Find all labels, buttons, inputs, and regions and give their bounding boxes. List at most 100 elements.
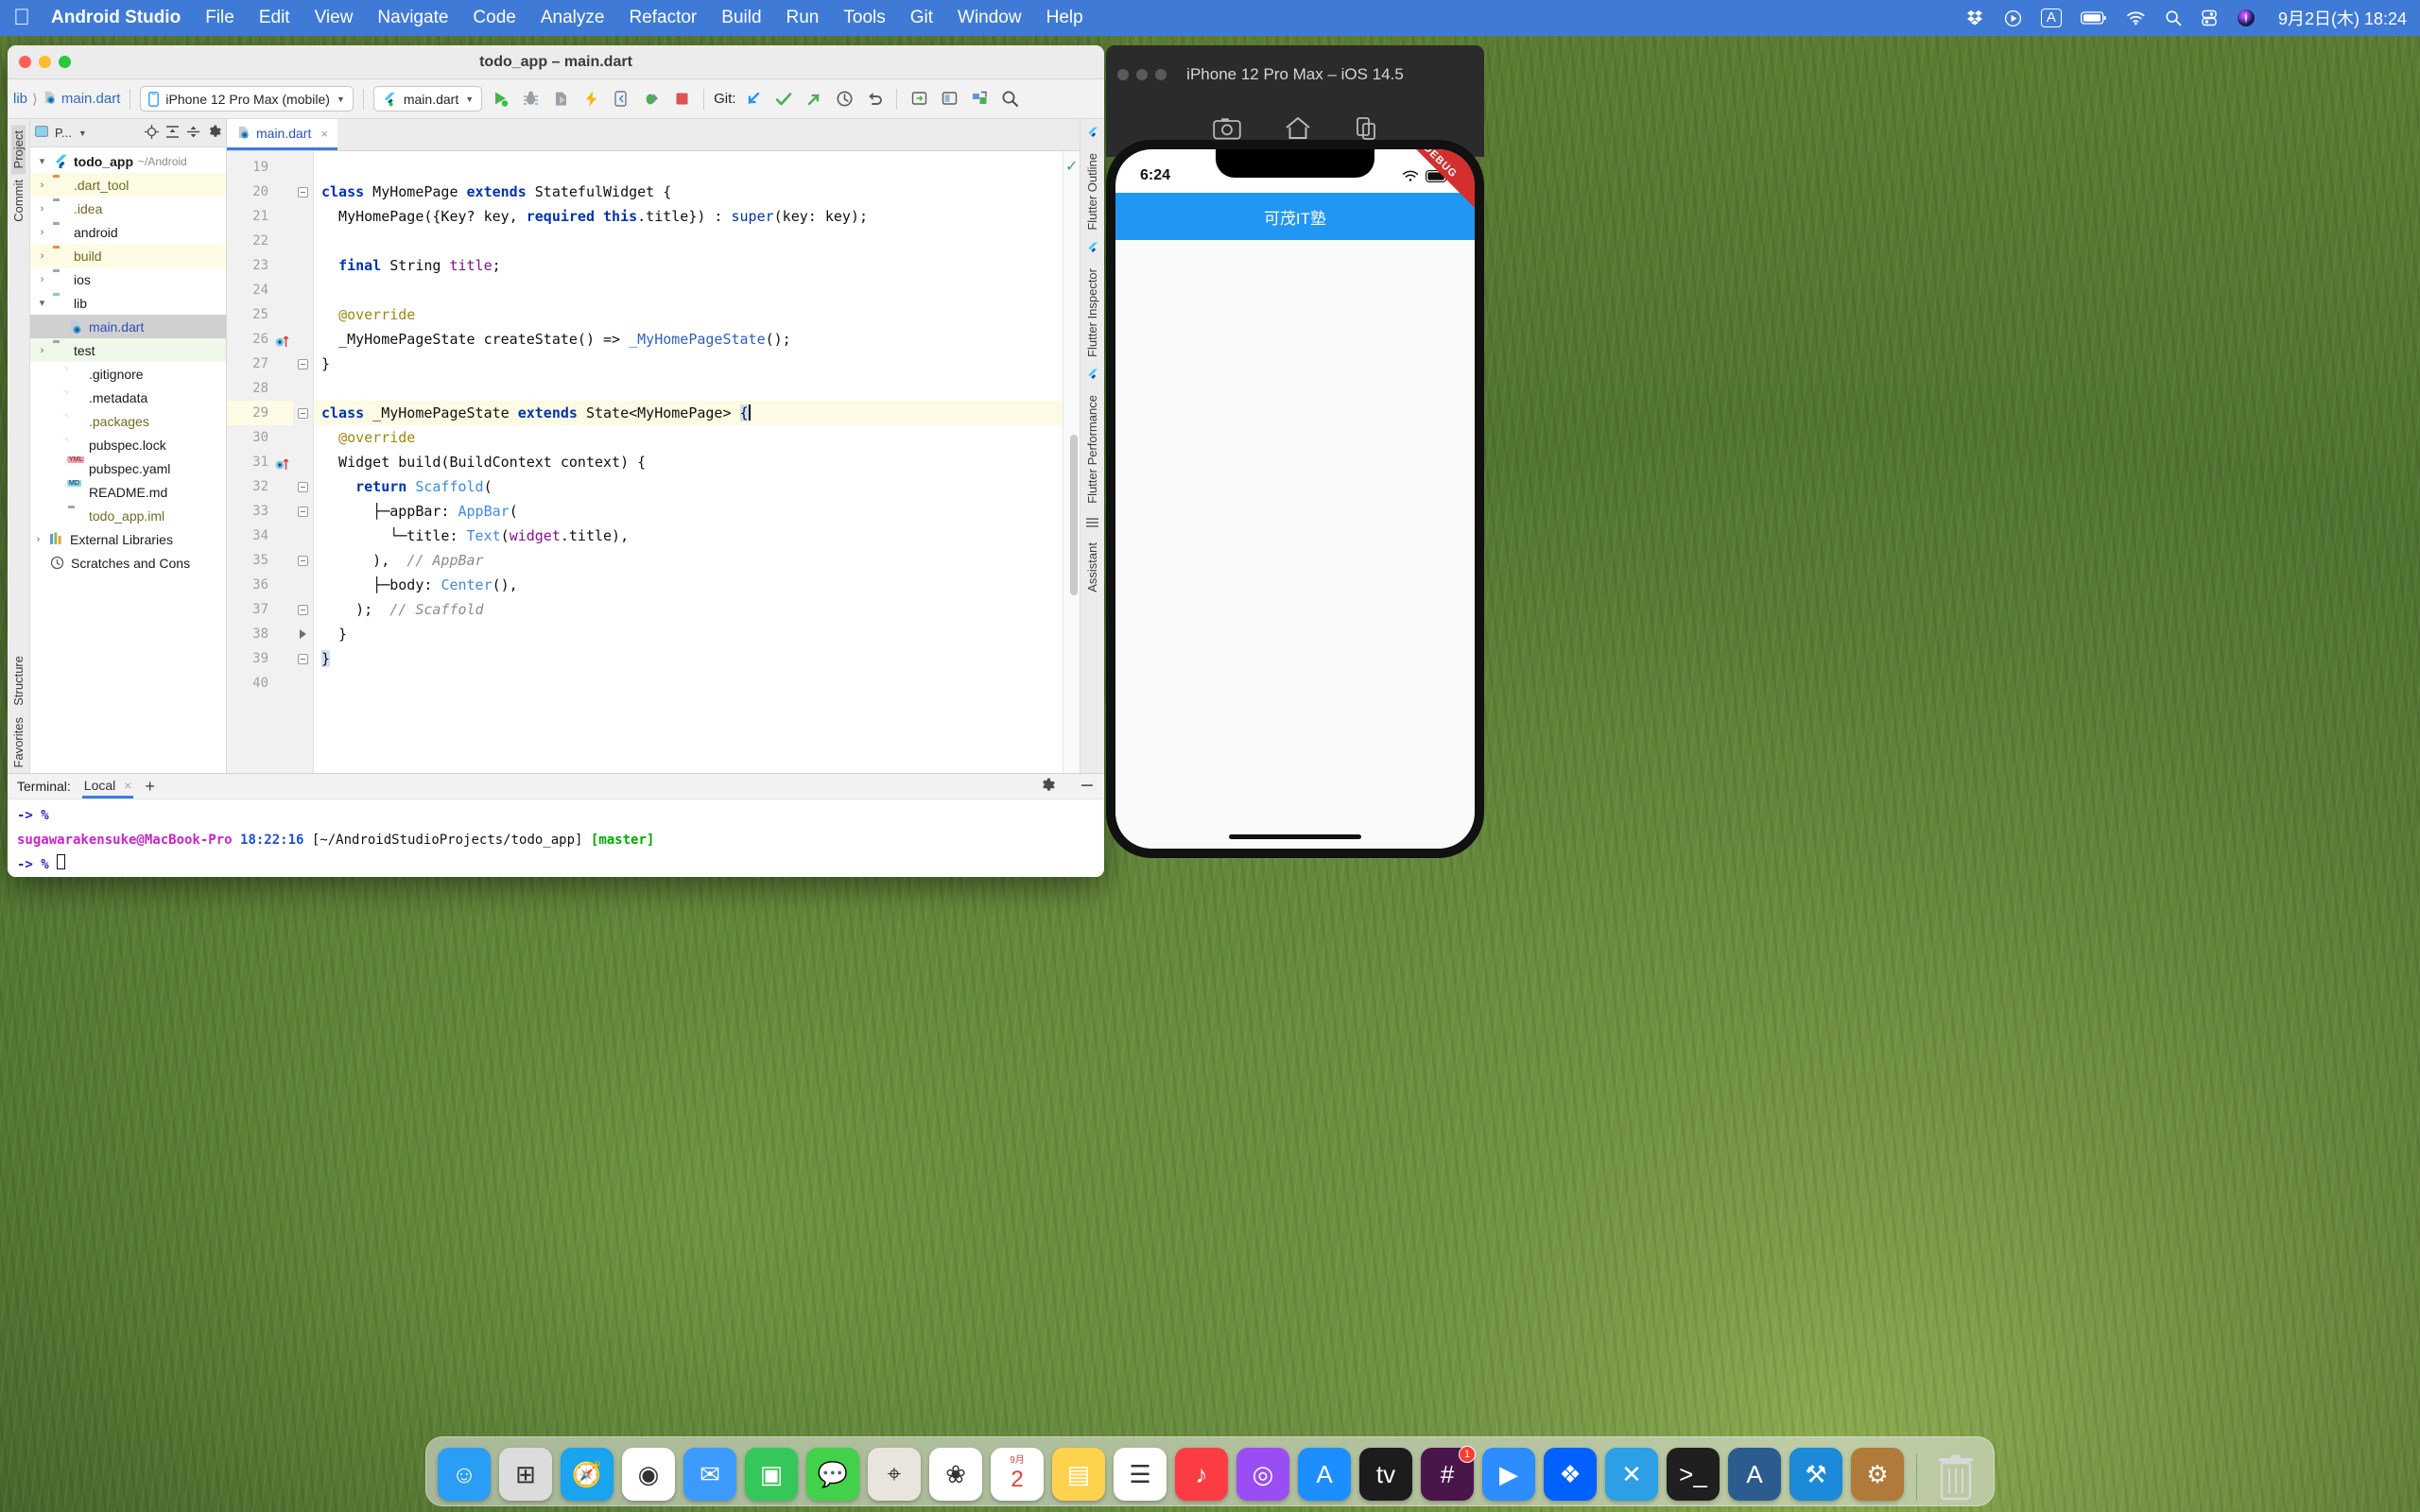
chevron-collapsed-icon-3[interactable]: › — [36, 227, 48, 238]
mail-icon[interactable]: ✉ — [683, 1448, 736, 1501]
code-line[interactable]: @override — [314, 425, 1063, 450]
gear-icon-terminal[interactable] — [1040, 778, 1055, 796]
menu-item-edit[interactable]: Edit — [259, 8, 290, 28]
chevron-down-icon-project[interactable]: ▼ — [78, 129, 87, 138]
code-line[interactable]: ), // AppBar — [314, 548, 1063, 573]
commit-icon[interactable] — [771, 87, 796, 112]
tree-row-readme[interactable]: MD README.md — [30, 480, 226, 504]
close-window-button[interactable] — [19, 56, 31, 68]
trash-icon[interactable] — [1929, 1448, 1982, 1501]
tree-row-test[interactable]: › test — [30, 338, 226, 362]
terminal-tab-local[interactable]: Local × — [81, 774, 134, 799]
project-tree[interactable]: ▾ todo_app ~/Android › .dart_tool › .ide… — [30, 147, 226, 773]
tree-row-metadata[interactable]: .metadata — [30, 386, 226, 409]
minimize-icon-terminal[interactable] — [1080, 778, 1095, 796]
code-line[interactable]: } — [314, 622, 1063, 646]
code-line[interactable]: final String title; — [314, 253, 1063, 278]
maps-icon[interactable]: ⌖ — [868, 1448, 921, 1501]
sidebar-item-project[interactable]: Project — [11, 125, 26, 175]
fold-end-icon[interactable] — [298, 653, 308, 664]
sidebar-item-flutter-outline[interactable]: Flutter Outline — [1085, 147, 1099, 236]
project-panel-title[interactable]: P... — [55, 126, 72, 140]
profile-icon[interactable] — [639, 87, 664, 112]
menu-item-git[interactable]: Git — [910, 8, 933, 28]
tree-row-dart-tool[interactable]: › .dart_tool — [30, 173, 226, 197]
code-content[interactable]: class MyHomePage extends StatefulWidget … — [314, 151, 1063, 773]
expand-all-icon[interactable] — [165, 125, 180, 142]
flutter-app-body[interactable] — [1115, 240, 1475, 849]
fold-toggle[interactable] — [293, 597, 313, 622]
hot-reload-icon[interactable] — [579, 87, 603, 112]
notes-icon[interactable]: ▤ — [1052, 1448, 1105, 1501]
fold-toggle[interactable] — [293, 180, 313, 204]
run-configuration-selector[interactable]: main.dart ▼ — [372, 86, 483, 112]
fold-end-icon[interactable] — [298, 555, 308, 566]
fold-minus-icon[interactable] — [298, 506, 308, 517]
vscode-icon[interactable]: ✕ — [1605, 1448, 1658, 1501]
code-line[interactable]: class MyHomePage extends StatefulWidget … — [314, 180, 1063, 204]
wifi-icon[interactable] — [2126, 10, 2146, 26]
menubar-clock[interactable]: 9月2日(木) 18:24 — [2278, 6, 2407, 30]
control-center-icon[interactable] — [2201, 9, 2218, 26]
select-opened-file-icon[interactable] — [907, 87, 931, 112]
preferences-icon[interactable]: ⚙ — [1851, 1448, 1904, 1501]
locate-icon[interactable] — [145, 124, 159, 142]
play-circle-icon[interactable] — [2004, 9, 2022, 27]
fold-toggle[interactable] — [293, 474, 313, 499]
tree-row-idea[interactable]: › .idea — [30, 197, 226, 220]
fold-toggle[interactable] — [293, 646, 313, 671]
code-line[interactable] — [314, 155, 1063, 180]
reminders-icon[interactable]: ☰ — [1114, 1448, 1167, 1501]
sidebar-item-favorites[interactable]: Favorites — [11, 712, 26, 773]
safari-icon[interactable]: 🧭 — [561, 1448, 614, 1501]
launchpad-icon[interactable]: ⊞ — [499, 1448, 552, 1501]
menu-item-view[interactable]: View — [315, 8, 354, 28]
tree-row-external-libraries[interactable]: › External Libraries — [30, 527, 226, 551]
appletv-icon[interactable]: tv — [1359, 1448, 1412, 1501]
photos-icon[interactable]: ❀ — [929, 1448, 982, 1501]
facetime-icon[interactable]: ▣ — [745, 1448, 798, 1501]
chrome-icon[interactable]: ◉ — [622, 1448, 675, 1501]
menu-item-run[interactable]: Run — [786, 8, 820, 28]
fold-minus-icon[interactable] — [298, 407, 308, 419]
override-marker-icon[interactable] — [275, 455, 289, 470]
simulator-close-button[interactable] — [1117, 69, 1129, 80]
chevron-collapsed-icon-5[interactable]: › — [36, 274, 48, 285]
android-studio-icon[interactable]: A — [1728, 1448, 1781, 1501]
menu-item-android-studio[interactable]: Android Studio — [51, 8, 181, 28]
messages-icon[interactable]: 💬 — [806, 1448, 859, 1501]
fold-arrow-icon[interactable] — [300, 629, 306, 639]
xcode-icon[interactable]: ⚒ — [1789, 1448, 1842, 1501]
code-line[interactable]: ├─body: Center(), — [314, 573, 1063, 597]
chevron-collapsed-icon-1[interactable]: › — [36, 180, 48, 191]
calendar-icon[interactable]: 9月 2 — [991, 1448, 1044, 1501]
tree-row-scratches[interactable]: Scratches and Cons — [30, 551, 226, 575]
code-line[interactable]: class _MyHomePageState extends State<MyH… — [314, 401, 1063, 425]
code-line[interactable]: return Scaffold( — [314, 474, 1063, 499]
code-line[interactable]: ); // Scaffold — [314, 597, 1063, 622]
dropbox-icon[interactable] — [1966, 9, 1985, 27]
tab-main-dart[interactable]: main.dart × — [227, 119, 337, 150]
chevron-collapsed-icon-7[interactable]: › — [32, 534, 44, 545]
code-line[interactable]: _MyHomePageState createState() => _MyHom… — [314, 327, 1063, 352]
fold-minus-icon[interactable] — [298, 358, 308, 369]
simulator-minimize-button[interactable] — [1136, 69, 1148, 80]
chevron-collapsed-icon-4[interactable]: › — [36, 250, 48, 262]
sidebar-item-flutter-inspector[interactable]: Flutter Inspector — [1085, 263, 1099, 363]
layout-icon[interactable] — [967, 87, 992, 112]
chevron-expanded-icon[interactable]: ▾ — [36, 155, 48, 167]
fold-end-icon[interactable] — [298, 604, 308, 615]
search-icon[interactable] — [2165, 9, 2182, 26]
editor-error-stripe[interactable]: ✓ — [1063, 151, 1080, 773]
code-line[interactable] — [314, 671, 1063, 696]
podcasts-icon[interactable]: ◎ — [1236, 1448, 1289, 1501]
menu-item-window[interactable]: Window — [958, 8, 1022, 28]
battery-icon[interactable] — [2080, 11, 2107, 25]
code-line[interactable] — [314, 278, 1063, 302]
fold-toggle[interactable] — [293, 499, 313, 524]
tree-row-build[interactable]: › build — [30, 244, 226, 267]
fold-toggle[interactable] — [293, 548, 313, 573]
override-marker-icon[interactable] — [275, 333, 289, 347]
simulator-zoom-button[interactable] — [1155, 69, 1167, 80]
tree-row-todo-app[interactable]: ▾ todo_app ~/Android — [30, 149, 226, 173]
